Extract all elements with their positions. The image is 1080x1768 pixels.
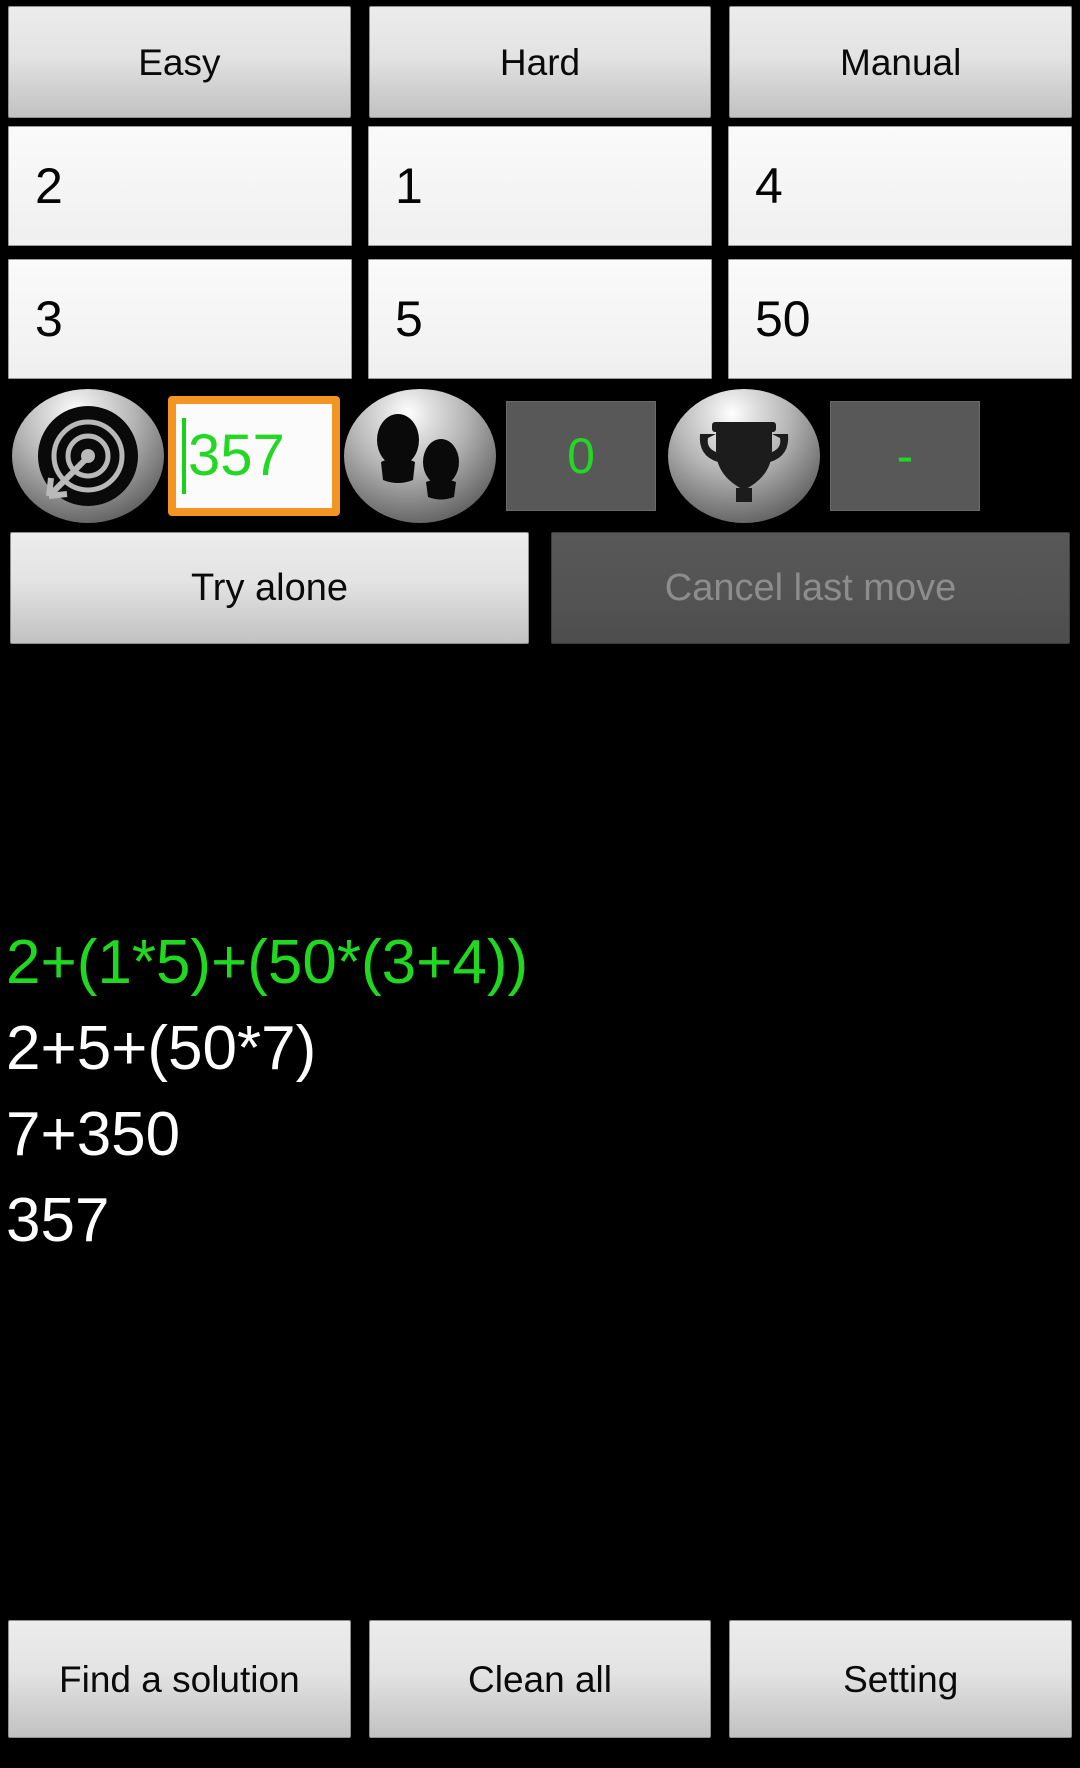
solution-line: 357 (6, 1186, 110, 1255)
target-value-input[interactable]: 357 (168, 396, 340, 516)
target-value-text: 357 (188, 423, 285, 488)
cancel-last-move-button: Cancel last move (551, 532, 1070, 644)
best-score-value: - (896, 428, 914, 484)
mode-hard-button[interactable]: Hard (368, 6, 712, 118)
find-a-solution-button[interactable]: Find a solution (8, 1620, 351, 1738)
best-score-box: - (830, 401, 980, 511)
solution-lines: 2+(1*5)+(50*(3+4)) 2+5+(50*7) 7+350 357 (6, 920, 1074, 1264)
solution-line: 2+(1*5)+(50*(3+4)) (6, 928, 529, 997)
mode-manual-button[interactable]: Manual (729, 6, 1073, 118)
app-root: Easy Hard Manual 2 1 4 3 5 50 357 0 - Tr… (0, 0, 1080, 1768)
clean-all-button[interactable]: Clean all (368, 1620, 712, 1738)
number-tile[interactable]: 1 (368, 126, 712, 246)
number-tile[interactable]: 50 (728, 259, 1072, 379)
number-tile[interactable]: 4 (728, 126, 1072, 246)
number-tile[interactable]: 5 (368, 259, 712, 379)
footprints-icon (340, 387, 500, 525)
moves-counter-value: 0 (567, 428, 595, 484)
trophy-icon (664, 387, 824, 525)
number-tile[interactable]: 3 (8, 259, 352, 379)
solution-display: 2+(1*5)+(50*(3+4)) 2+5+(50*7) 7+350 357 (0, 648, 1080, 1620)
number-tile[interactable]: 2 (8, 126, 352, 246)
difficulty-mode-row: Easy Hard Manual (0, 0, 1080, 120)
text-cursor (182, 418, 186, 494)
action-row: Try alone Cancel last move (0, 526, 1080, 648)
mode-easy-button[interactable]: Easy (8, 6, 351, 118)
bottom-toolbar: Find a solution Clean all Setting (0, 1620, 1080, 1768)
number-tiles-row-2: 3 5 50 (0, 253, 1080, 386)
try-alone-button[interactable]: Try alone (10, 532, 529, 644)
solution-line: 2+5+(50*7) (6, 1014, 317, 1083)
moves-counter: 0 (506, 401, 656, 511)
setting-button[interactable]: Setting (729, 1620, 1073, 1738)
solution-line: 7+350 (6, 1100, 181, 1169)
target-bullseye-icon (8, 387, 168, 525)
number-tiles-row-1: 2 1 4 (0, 120, 1080, 253)
status-row: 357 0 - (0, 386, 1080, 526)
